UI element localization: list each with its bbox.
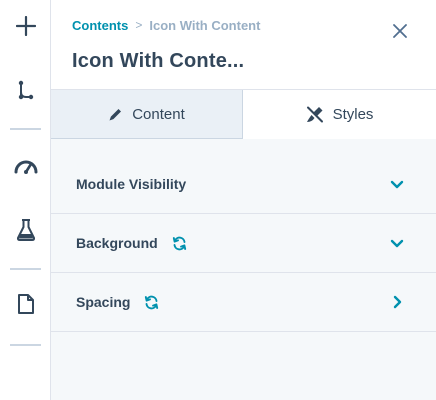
- section-background[interactable]: Background: [51, 214, 436, 273]
- module-editor-panel: Contents > Icon With Content Icon With C…: [51, 0, 436, 400]
- optimize-button[interactable]: [0, 146, 51, 186]
- test-button[interactable]: [0, 210, 51, 250]
- rail-divider: [10, 344, 41, 346]
- pencil-icon: [109, 108, 122, 120]
- tab-content-label: Content: [132, 105, 185, 123]
- structure-button[interactable]: [0, 70, 51, 110]
- section-module-visibility[interactable]: Module Visibility: [51, 155, 436, 214]
- tree-icon: [18, 80, 33, 100]
- sync-icon: [144, 295, 159, 310]
- add-icon: [15, 16, 36, 36]
- rail-divider: [10, 128, 41, 130]
- page-icon: [17, 294, 34, 314]
- tab-content[interactable]: Content: [51, 90, 243, 139]
- brush-icon: [306, 106, 323, 123]
- rail-divider: [10, 268, 41, 270]
- page-title: Icon With Conte...: [72, 50, 245, 72]
- sync-icon: [172, 236, 187, 251]
- page-settings-button[interactable]: [0, 284, 51, 324]
- section-label: Background: [76, 235, 158, 251]
- close-icon: [393, 24, 407, 38]
- breadcrumb-separator: >: [135, 18, 143, 32]
- add-button[interactable]: [0, 6, 51, 46]
- section-spacing[interactable]: Spacing: [51, 273, 436, 332]
- section-label: Spacing: [76, 294, 131, 310]
- breadcrumb: Contents > Icon With Content: [72, 17, 260, 33]
- flask-icon: [16, 219, 35, 241]
- breadcrumb-current: Icon With Content: [149, 17, 261, 33]
- breadcrumb-root-link[interactable]: Contents: [72, 18, 128, 33]
- chevron-right-icon: [389, 294, 405, 310]
- tab-styles[interactable]: Styles: [243, 90, 436, 139]
- panel-header: Contents > Icon With Content Icon With C…: [51, 0, 436, 90]
- style-sections: Module Visibility Background Spacing: [51, 155, 436, 332]
- chevron-down-icon: [389, 176, 405, 192]
- section-label: Module Visibility: [76, 176, 187, 192]
- gauge-icon: [14, 160, 37, 174]
- tab-styles-label: Styles: [332, 106, 374, 123]
- editor-app: Contents > Icon With Content Icon With C…: [0, 0, 436, 400]
- chevron-down-icon: [389, 235, 405, 251]
- tab-bar: Content Styles: [51, 90, 436, 139]
- left-icon-rail: [0, 0, 51, 400]
- close-button[interactable]: [387, 18, 413, 44]
